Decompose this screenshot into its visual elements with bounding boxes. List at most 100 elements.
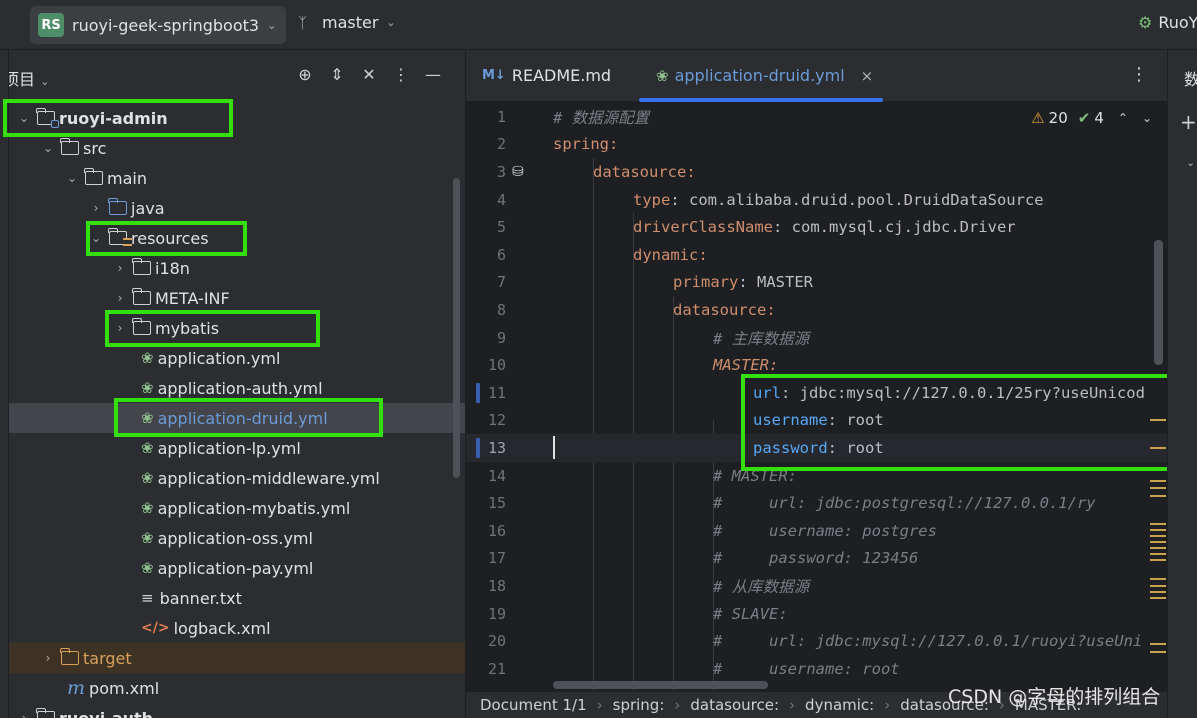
tree-item-label: application-auth.yml <box>157 378 323 398</box>
code-line-current: 13 password: root <box>466 434 1168 462</box>
tree-item-application-pay-yml[interactable]: ❀ application-pay.yml <box>9 553 465 583</box>
markdown-icon: M↓ <box>482 68 506 83</box>
tree-item-label: src <box>83 138 107 158</box>
tree-item-label: application-mybatis.yml <box>157 498 351 518</box>
tree-item-label: banner.txt <box>159 588 242 608</box>
tree-item-resources[interactable]: ⌄ resources <box>9 223 465 253</box>
chevron-down-icon[interactable]: ⌄ <box>1186 156 1195 169</box>
tab-readme[interactable]: M↓ README.md <box>482 66 611 85</box>
breadcrumb-item[interactable]: dynamic: <box>805 696 874 714</box>
chevron-right-icon: › <box>93 201 99 215</box>
watermark: CSDN @字母的排列组合 <box>948 686 1161 708</box>
breadcrumb-item[interactable]: datasource: <box>690 696 779 714</box>
add-icon[interactable]: + <box>1180 110 1197 134</box>
tree-item-meta-inf[interactable]: › META-INF <box>9 283 465 313</box>
chevron-down-icon: ⌄ <box>90 231 102 245</box>
resources-folder-icon <box>108 228 132 246</box>
tree-item-logback-xml[interactable]: </> logback.xml <box>9 613 465 643</box>
chevron-right-icon: › <box>21 711 27 718</box>
expand-all-icon[interactable]: ⇕ <box>321 65 353 84</box>
tree-item-pom-xml[interactable]: m pom.xml <box>9 673 465 703</box>
tree-item-ruoyi-auth[interactable]: › ruoyi-auth <box>9 703 465 718</box>
editor-horizontal-scrollbar[interactable] <box>553 681 768 689</box>
active-tab-indicator <box>639 98 883 102</box>
project-panel: 项目 ⌄ ⊕ ⇕ ✕ ⋮ — ⌄ ruoyi-admin ⌄ src ⌄ mai… <box>9 50 465 718</box>
tree-item-application-yml[interactable]: ❀ application.yml <box>9 343 465 373</box>
tree-item-label: resources <box>131 228 209 248</box>
breadcrumb-item[interactable]: Document 1/1 <box>480 696 587 714</box>
code-line: 9 # 主库数据源 <box>496 328 810 348</box>
tree-item-label: i18n <box>155 258 190 278</box>
tree-item-application-middleware-yml[interactable]: ❀ application-middleware.yml <box>9 463 465 493</box>
module-folder-icon <box>36 708 57 718</box>
tab-application-druid[interactable]: ❀ application-druid.yml × <box>656 66 873 85</box>
breadcrumb-item[interactable]: spring: <box>613 696 665 714</box>
tree-item-main[interactable]: ⌄ main <box>9 163 465 193</box>
tree-scrollbar[interactable] <box>453 178 460 478</box>
tree-item-label: ruoyi-auth <box>59 708 154 718</box>
yaml-icon: ❀ <box>141 349 154 367</box>
tree-item-label: pom.xml <box>89 678 160 698</box>
right-tool-panel: 数 + ⌄ <box>1167 50 1197 718</box>
tree-item-application-lp-yml[interactable]: ❀ application-lp.yml <box>9 433 465 463</box>
code-line: 4 type: com.alibaba.druid.pool.DruidData… <box>496 190 1044 209</box>
yaml-icon: ❀ <box>141 529 154 547</box>
tree-item-target[interactable]: › target <box>9 643 465 673</box>
tree-item-label: application-pay.yml <box>157 558 314 578</box>
tree-item-label: main <box>107 168 147 188</box>
locate-icon[interactable]: ⊕ <box>289 65 321 84</box>
tree-item-label: ruoyi-admin <box>59 108 168 128</box>
code-line: 19 # SLAVE: <box>487 604 788 623</box>
tree-item-mybatis[interactable]: › mybatis <box>9 313 465 343</box>
code-line: 11 url: jdbc:mysql://127.0.0.1/25ry?useU… <box>466 379 1168 407</box>
minimize-icon[interactable]: — <box>417 65 449 84</box>
code-editor[interactable]: ⚠ 20 ✔ 4 ⌃ ⌄ 1 # 数据源配置 2 spring: 3 ⛁ dat… <box>466 103 1168 693</box>
run-config-name: RuoY <box>1158 13 1197 32</box>
yaml-icon: ❀ <box>141 559 154 577</box>
yaml-icon: ❀ <box>141 499 154 517</box>
tree-item-src[interactable]: ⌄ src <box>9 133 465 163</box>
tree-item-label: target <box>83 648 132 668</box>
yaml-icon: ❀ <box>656 66 669 85</box>
title-bar: RS ruoyi-geek-springboot3 ⌄ ᛉ master ⌄ ⚙… <box>0 0 1197 50</box>
code-line: 20 # url: jdbc:mysql://127.0.0.1/ruoyi?u… <box>487 632 1143 651</box>
tree-item-label: application.yml <box>157 348 281 368</box>
folder-icon <box>60 138 81 156</box>
source-folder-icon <box>108 198 129 216</box>
editor-scrollbar[interactable] <box>1154 240 1163 365</box>
editor-tabs: M↓ README.md ❀ application-druid.yml × ⋮ <box>466 50 1168 102</box>
maven-icon: m <box>67 677 86 699</box>
chevron-down-icon: ⌄ <box>66 171 78 185</box>
database-icon[interactable]: ⛁ <box>512 164 524 180</box>
more-options-icon[interactable]: ⋮ <box>1130 64 1148 85</box>
tree-item-application-auth-yml[interactable]: ❀ application-auth.yml <box>9 373 465 403</box>
branch-selector[interactable]: ᛉ master ⌄ <box>298 13 396 32</box>
tree-item-application-druid-yml[interactable]: ❀ application-druid.yml <box>9 403 465 433</box>
code-line: 3 ⛁ datasource: <box>496 162 696 181</box>
tree-item-label: mybatis <box>155 318 220 338</box>
yaml-icon: ❀ <box>141 379 154 397</box>
tree-item-ruoyi-admin[interactable]: ⌄ ruoyi-admin <box>9 103 465 133</box>
tree-item-label: application-druid.yml <box>157 408 328 428</box>
tree-item-application-oss-yml[interactable]: ❀ application-oss.yml <box>9 523 465 553</box>
project-selector[interactable]: RS ruoyi-geek-springboot3 ⌄ <box>30 6 286 44</box>
tab-label: README.md <box>511 66 612 85</box>
git-branch-icon: ᛉ <box>298 13 308 32</box>
code-line: 7 primary: MASTER <box>496 273 813 292</box>
tree-item-java[interactable]: › java <box>9 193 465 223</box>
tree-item-application-mybatis-yml[interactable]: ❀ application-mybatis.yml <box>9 493 465 523</box>
xml-icon: </> <box>141 620 170 636</box>
project-panel-title[interactable]: 项目 ⌄ <box>9 66 49 90</box>
more-options-icon[interactable]: ⋮ <box>385 65 417 84</box>
text-caret <box>553 436 555 460</box>
tree-item-banner-txt[interactable]: ≡ banner.txt <box>9 583 465 613</box>
run-configuration[interactable]: ⚙ RuoY <box>1138 13 1197 32</box>
code-line: 14 # MASTER: <box>487 466 797 485</box>
tree-item-i18n[interactable]: › i18n <box>9 253 465 283</box>
chevron-right-icon: › <box>45 651 51 665</box>
right-panel-title[interactable]: 数 <box>1184 66 1197 90</box>
collapse-all-icon[interactable]: ✕ <box>353 65 385 84</box>
close-icon[interactable]: × <box>861 67 874 85</box>
chevron-right-icon: › <box>117 291 123 305</box>
code-line: 17 # password: 123456 <box>487 549 919 568</box>
